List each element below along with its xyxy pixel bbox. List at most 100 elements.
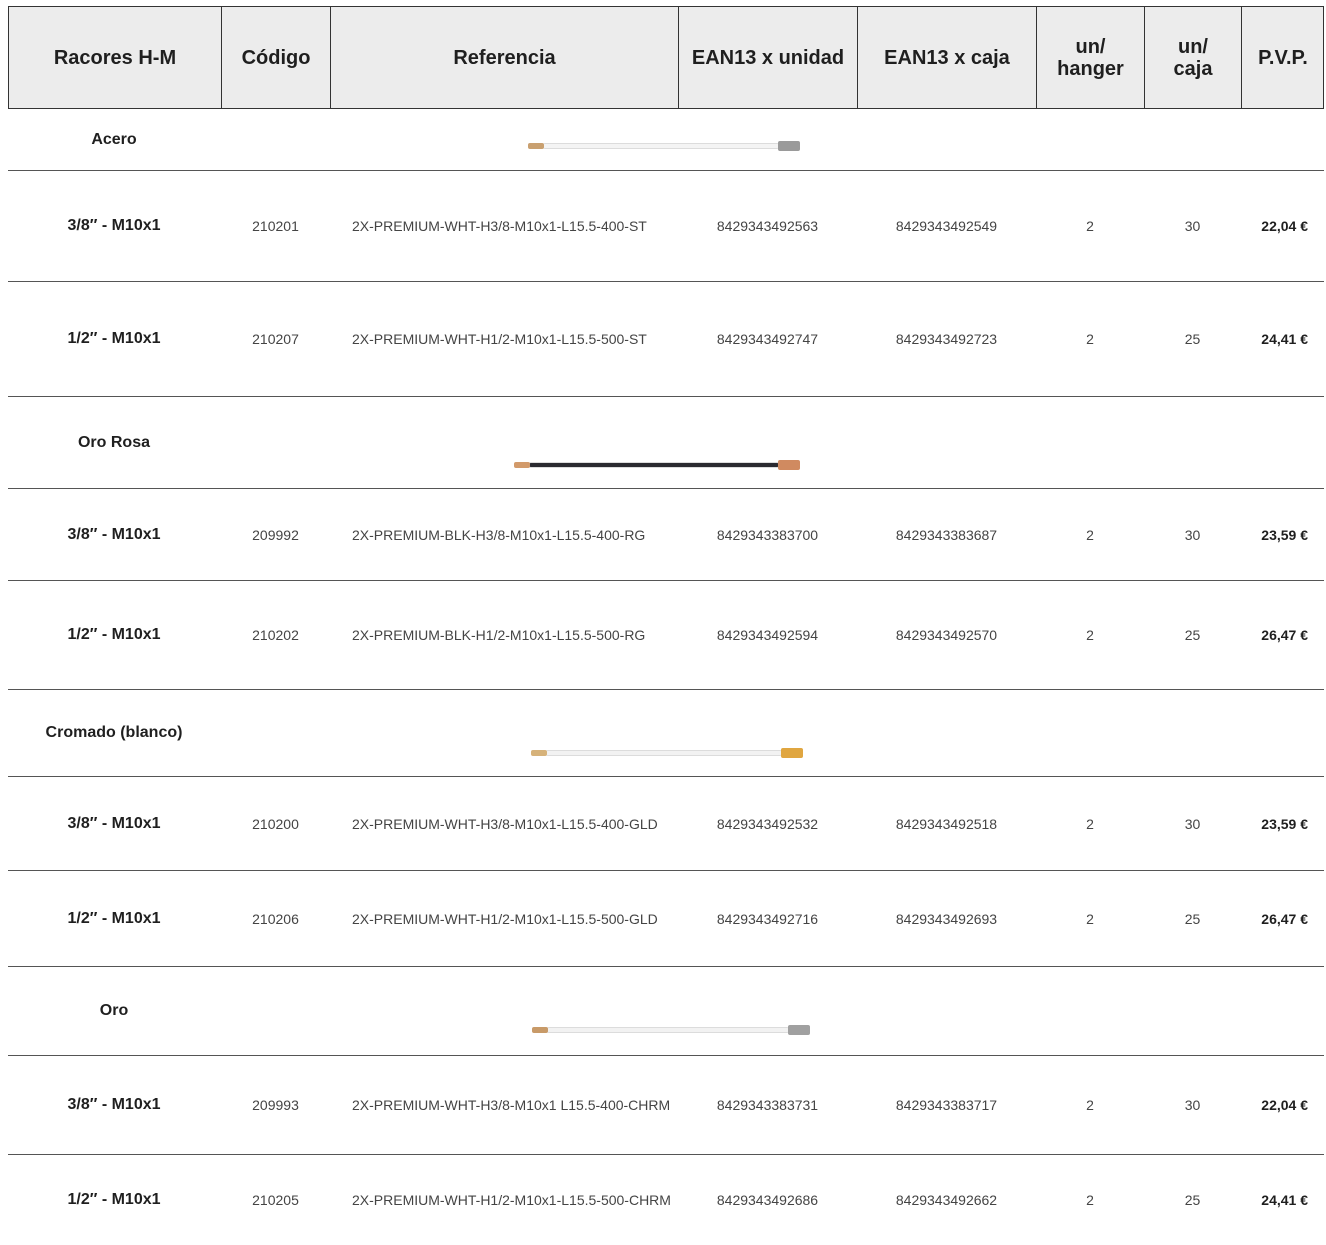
hose-product-image xyxy=(532,1024,810,1036)
cell-ean-unit: 8429343492716 xyxy=(716,910,819,927)
header-ean-unidad: EAN13 x unidad xyxy=(679,7,858,108)
cell-code: 210206 xyxy=(252,910,299,927)
group-row: Oro Rosa xyxy=(0,397,1326,488)
cell-un-hanger: 2 xyxy=(1086,910,1094,927)
hose-product-image xyxy=(514,459,800,471)
cell-reference: 2X-PREMIUM-WHT-H3/8-M10x1-L15.5-400-GLD xyxy=(352,815,658,832)
cell-un-box: 30 xyxy=(1184,815,1201,832)
cell-size: 1/2″ - M10x1 xyxy=(67,330,161,347)
cell-ean-box: 8429343492549 xyxy=(895,218,998,234)
cell-code: 209993 xyxy=(252,1097,299,1113)
cell-un-box: 25 xyxy=(1184,1192,1201,1208)
cell-size: 1/2″ - M10x1 xyxy=(67,626,161,643)
cell-un-box: 30 xyxy=(1184,218,1201,234)
hose-fitting-nut xyxy=(788,1025,810,1035)
cell-ean-unit: 8429343492594 xyxy=(716,627,819,643)
cell-ean-box: 8429343383687 xyxy=(895,526,998,543)
cell-reference: 2X-PREMIUM-BLK-H1/2-M10x1-L15.5-500-RG xyxy=(352,627,646,643)
hose-tube xyxy=(542,143,780,149)
hose-tube xyxy=(528,462,780,468)
cell-un-hanger: 2 xyxy=(1086,815,1094,832)
cell-ean-unit: 8429343492686 xyxy=(716,1192,819,1208)
cell-code: 209992 xyxy=(252,526,299,543)
cell-ean-unit: 8429343492563 xyxy=(716,218,819,234)
group-name: Cromado (blanco) xyxy=(45,724,183,741)
cell-price: 26,47 € xyxy=(1261,627,1308,643)
table-header: Racores H-M Código Referencia EAN13 x un… xyxy=(8,6,1324,109)
group-name: Acero xyxy=(91,131,137,148)
table-row: 1/2″ - M10x1 210206 2X-PREMIUM-WHT-H1/2-M1… xyxy=(0,871,1326,966)
cell-price: 26,47 € xyxy=(1261,910,1308,927)
cell-reference: 2X-PREMIUM-WHT-H1/2-M10x1-L15.5-500-GLD xyxy=(352,910,658,927)
hose-product-image xyxy=(531,747,803,759)
cell-reference: 2X-PREMIUM-WHT-H3/8-M10x1-L15.5-400-ST xyxy=(352,218,647,234)
cell-ean-box: 8429343492662 xyxy=(895,1192,998,1208)
hose-tube xyxy=(545,750,783,756)
header-ean-caja: EAN13 x caja xyxy=(858,7,1037,108)
group-name: Oro xyxy=(99,1002,129,1019)
table-row: 3/8″ - M10x1 210200 2X-PREMIUM-WHT-H3/8-M1… xyxy=(0,777,1326,870)
cell-un-box: 25 xyxy=(1184,910,1201,927)
cell-un-box: 30 xyxy=(1184,1097,1201,1113)
cell-ean-unit: 8429343492532 xyxy=(716,815,819,832)
hose-fitting-tip xyxy=(532,1027,548,1033)
cell-price: 24,41 € xyxy=(1261,331,1308,347)
table-row: 3/8″ - M10x1 209992 2X-PREMIUM-BLK-H3/8-M1… xyxy=(0,489,1326,580)
cell-price: 23,59 € xyxy=(1261,815,1308,832)
group-row: Oro xyxy=(0,967,1326,1055)
cell-ean-box: 8429343492570 xyxy=(895,627,998,643)
cell-size: 1/2″ - M10x1 xyxy=(67,1191,161,1208)
cell-ean-unit: 8429343383731 xyxy=(716,1097,819,1113)
cell-un-hanger: 2 xyxy=(1086,627,1094,643)
cell-reference: 2X-PREMIUM-WHT-H1/2-M10x1-L15.5-500-ST xyxy=(352,331,647,347)
cell-size: 1/2″ - M10x1 xyxy=(67,909,161,927)
hose-fitting-nut xyxy=(778,141,800,151)
cell-un-hanger: 2 xyxy=(1086,526,1094,543)
cell-ean-unit: 8429343383700 xyxy=(716,526,819,543)
header-un-caja: un/ caja xyxy=(1145,7,1242,108)
table-row: 3/8″ - M10x1 209993 2X-PREMIUM-WHT-H3/8-M1… xyxy=(0,1056,1326,1154)
cell-size: 3/8″ - M10x1 xyxy=(67,1096,161,1113)
hose-tube xyxy=(546,1027,790,1033)
header-racores: Racores H-M xyxy=(9,7,222,108)
cell-ean-box: 8429343492518 xyxy=(895,815,998,832)
cell-un-hanger: 2 xyxy=(1086,1097,1094,1113)
header-un-hanger: un/ hanger xyxy=(1037,7,1145,108)
cell-un-hanger: 2 xyxy=(1086,218,1094,234)
cell-size: 3/8″ - M10x1 xyxy=(67,814,161,832)
cell-un-box: 25 xyxy=(1184,627,1201,643)
cell-un-hanger: 2 xyxy=(1086,1192,1094,1208)
cell-size: 3/8″ - M10x1 xyxy=(67,525,161,543)
cell-code: 210207 xyxy=(252,331,299,347)
cell-size: 3/8″ - M10x1 xyxy=(67,217,161,234)
cell-un-box: 30 xyxy=(1184,526,1201,543)
cell-code: 210202 xyxy=(252,627,299,643)
hose-fitting-tip xyxy=(514,462,530,468)
cell-reference: 2X-PREMIUM-WHT-H1/2-M10x1-L15.5-500-CHRM xyxy=(352,1192,671,1208)
cell-un-box: 25 xyxy=(1184,331,1201,347)
cell-ean-box: 8429343492723 xyxy=(895,331,998,347)
hose-fitting-nut xyxy=(778,460,800,470)
table-row: 1/2″ - M10x1 210207 2X-PREMIUM-WHT-H1/2-M1… xyxy=(0,282,1326,396)
cell-price: 23,59 € xyxy=(1261,526,1308,543)
group-name: Oro Rosa xyxy=(77,433,150,451)
header-referencia: Referencia xyxy=(331,7,679,108)
hose-product-image xyxy=(528,140,800,152)
cell-ean-unit: 8429343492747 xyxy=(716,331,819,347)
cell-price: 22,04 € xyxy=(1261,218,1308,234)
cell-price: 22,04 € xyxy=(1261,1097,1308,1113)
table-row: 1/2″ - M10x1 210202 2X-PREMIUM-BLK-H1/2-M1… xyxy=(0,581,1326,689)
cell-price: 24,41 € xyxy=(1261,1192,1308,1208)
cell-reference: 2X-PREMIUM-WHT-H3/8-M10x1 L15.5-400-CHRM xyxy=(352,1097,671,1113)
hose-fitting-nut xyxy=(781,748,803,758)
cell-un-hanger: 2 xyxy=(1086,331,1094,347)
hose-fitting-tip xyxy=(528,143,544,149)
header-pvp: P.V.P. xyxy=(1258,46,1308,69)
cell-code: 210201 xyxy=(252,218,299,234)
cell-reference: 2X-PREMIUM-BLK-H3/8-M10x1-L15.5-400-RG xyxy=(352,526,646,543)
cell-ean-box: 8429343383717 xyxy=(895,1097,998,1113)
table-row: 3/8″ - M10x1 210201 2X-PREMIUM-WHT-H3/8-M1… xyxy=(0,171,1326,281)
header-codigo: Código xyxy=(222,7,331,108)
group-row: Cromado (blanco) xyxy=(0,690,1326,776)
cell-code: 210205 xyxy=(252,1192,299,1208)
